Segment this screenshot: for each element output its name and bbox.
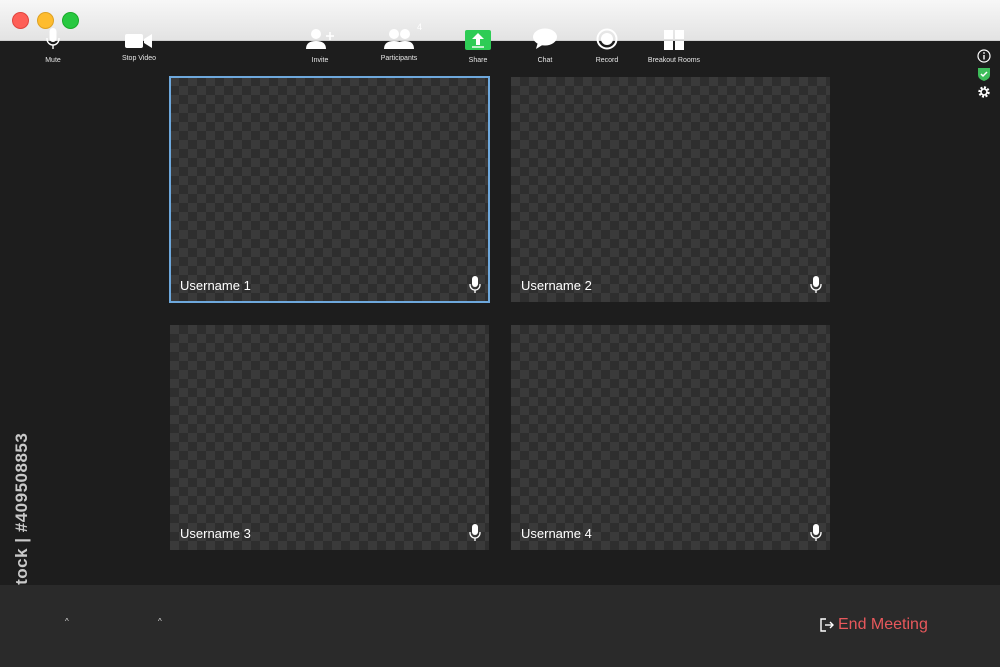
microphone-icon (810, 524, 822, 541)
exit-icon (820, 618, 834, 632)
video-camera-icon (125, 34, 152, 48)
info-icon[interactable] (977, 49, 991, 63)
invite-button[interactable]: Invite (305, 26, 335, 64)
microphone-icon (469, 524, 481, 541)
mute-options-caret-icon[interactable]: ^ (65, 617, 69, 626)
invite-label: Invite (311, 57, 329, 64)
gear-icon[interactable] (977, 85, 991, 99)
microphone-icon (46, 28, 60, 49)
record-label: Record (595, 57, 619, 64)
record-icon (596, 28, 618, 50)
participants-count-badge: 4 (416, 22, 422, 32)
close-window-button[interactable] (12, 12, 29, 29)
tile-username: Username 2 (521, 278, 592, 293)
chat-label: Chat (537, 57, 553, 64)
participants-icon (384, 29, 414, 49)
stop-video-label: Stop Video (121, 55, 157, 62)
end-meeting-label: End Meeting (838, 616, 928, 633)
microphone-icon (810, 276, 822, 293)
tile-username: Username 1 (180, 278, 251, 293)
video-stage: Username 1 Username 2 Username 3 Usernam… (0, 41, 1000, 585)
shield-check-icon[interactable] (977, 67, 991, 81)
breakout-rooms-grid-icon (664, 30, 684, 50)
share-screen-icon (465, 30, 491, 50)
video-tile-4[interactable]: Username 4 (511, 325, 830, 550)
video-tile-1[interactable]: Username 1 (169, 76, 490, 303)
breakout-rooms-button[interactable]: Breakout Rooms (646, 26, 702, 64)
chat-bubble-icon (533, 28, 557, 49)
microphone-icon (469, 276, 481, 293)
share-label: Share (468, 57, 488, 64)
add-user-icon (306, 29, 334, 49)
chat-button[interactable]: Chat (530, 26, 560, 64)
end-meeting-button[interactable]: End Meeting (820, 615, 928, 635)
share-button[interactable]: Share (462, 26, 494, 64)
mute-button[interactable]: Mute (38, 26, 68, 64)
meeting-status-icons (977, 49, 991, 103)
record-button[interactable]: Record (592, 26, 622, 64)
video-tile-3[interactable]: Username 3 (170, 325, 489, 550)
video-options-caret-icon[interactable]: ^ (158, 617, 162, 626)
participants-label: Participants (380, 55, 418, 62)
video-tile-2[interactable]: Username 2 (511, 77, 830, 302)
breakout-rooms-label: Breakout Rooms (647, 57, 701, 64)
tile-username: Username 4 (521, 526, 592, 541)
mute-label: Mute (45, 57, 61, 64)
tile-username: Username 3 (180, 526, 251, 541)
participants-button[interactable]: 4 Participants (378, 22, 422, 62)
stop-video-button[interactable]: Stop Video (118, 26, 160, 62)
